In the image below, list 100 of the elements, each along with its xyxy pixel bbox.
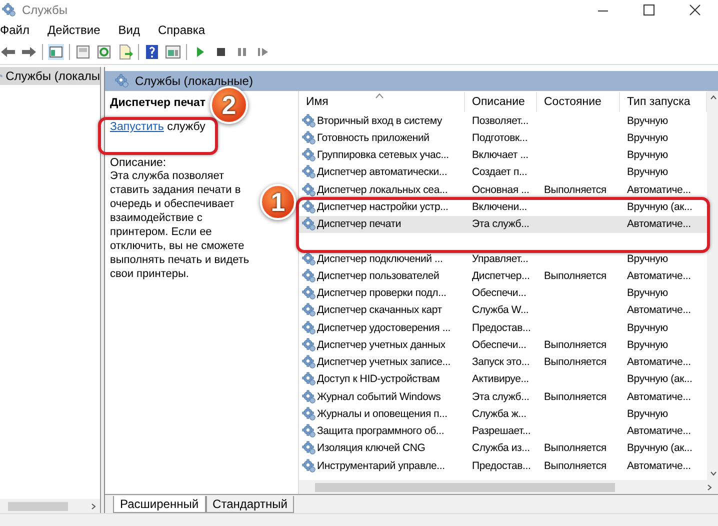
- menu-item[interactable]: Действие: [48, 23, 100, 37]
- horizontal-scrollbar[interactable]: [0, 499, 100, 513]
- scroll-right-icon[interactable]: [707, 484, 712, 490]
- table-cell-text: Управляет...: [471, 252, 530, 265]
- table-row[interactable]: Инструментарий управле... Предостав... Выполняется Автоматиче...: [299, 457, 707, 474]
- pane-icon[interactable]: [48, 44, 64, 60]
- table-cell-text: Разрешает...: [471, 425, 532, 438]
- properties-icon[interactable]: [165, 44, 181, 60]
- table-cell-text: Вручную: [626, 338, 669, 351]
- start-link[interactable]: Запустить: [110, 121, 164, 133]
- table-cell-text: Эта служб...: [471, 390, 530, 403]
- scroll-down-icon[interactable]: [710, 471, 717, 476]
- table-row[interactable]: Диспетчер удостоверения ... Предостав... Вручную: [299, 319, 707, 336]
- table-cell: Диспетчер скачанных карт: [317, 304, 442, 316]
- column-header[interactable]: Состояние: [537, 92, 620, 112]
- table-cell: Диспетчер учетных записе...: [317, 356, 450, 368]
- gear-icon: [302, 268, 316, 283]
- table-row[interactable]: Защита программного об... Разрешает... Автоматиче...: [299, 422, 707, 440]
- table-cell: Выполняется: [544, 338, 606, 351]
- refresh-icon[interactable]: [96, 44, 112, 60]
- window-title: Службы: [22, 3, 68, 17]
- back-arrow-icon[interactable]: [0, 44, 16, 60]
- gear-icon: [302, 424, 316, 438]
- gear-icon: [302, 338, 316, 352]
- window-icon[interactable]: [75, 44, 91, 60]
- gear-icon: [302, 355, 316, 370]
- table-row[interactable]: Диспетчер пользователей Диспетчер... Выполняется Автоматиче...: [299, 267, 707, 284]
- forward-arrow-icon[interactable]: [21, 44, 37, 60]
- menu-item[interactable]: Справка: [158, 23, 206, 37]
- view-tab[interactable]: Стандартный: [206, 496, 294, 513]
- table-cell: Выполняется: [544, 356, 606, 368]
- table-row[interactable]: Готовность приложений Подготовк... Вручную: [299, 129, 707, 146]
- table-cell-text: Автоматиче...: [626, 184, 692, 196]
- scroll-right-icon[interactable]: [91, 502, 96, 510]
- gear-icon: [302, 217, 316, 232]
- table-cell-text: Автоматиче...: [626, 390, 692, 403]
- table-cell: Готовность приложений: [317, 132, 430, 144]
- column-header[interactable]: Описание: [465, 92, 537, 112]
- table-cell: Инструментарий управле...: [317, 460, 445, 472]
- table-cell: Вторичный вход в систему: [317, 114, 442, 127]
- table-row[interactable]: Диспетчер скачанных карт Служба W... Автоматиче...: [299, 302, 707, 319]
- scroll-up-icon[interactable]: [710, 95, 717, 100]
- table-row[interactable]: Диспетчер печати Эта служб... Автоматиче...: [299, 216, 707, 233]
- gear-icon: [115, 74, 129, 88]
- table-row[interactable]: Журнал событий Windows Эта служб... Выполняется Автоматиче...: [299, 388, 707, 406]
- export-icon[interactable]: [117, 44, 133, 60]
- view-tab[interactable]: Расширенный: [113, 496, 206, 513]
- help-icon[interactable]: [144, 44, 160, 60]
- table-cell-text: Подготовк...: [471, 132, 529, 144]
- table-cell: Диспетчер настройки устр...: [317, 200, 448, 213]
- table-row[interactable]: Диспетчер учетных данных Обеспечи... Выполняется Вручную: [299, 336, 707, 354]
- menu-item[interactable]: Файл: [0, 23, 30, 37]
- pane-title: Службы (локальные): [135, 74, 253, 88]
- gear-icon: [302, 200, 316, 214]
- table-row[interactable]: Диспетчер настройки устр... Включени... Вручную (ак...: [299, 198, 707, 216]
- table-row[interactable]: Доступ к HID-устройствам Активируе... Вручную (ак...: [299, 370, 707, 388]
- tree-item[interactable]: Службы (локалы: [0, 67, 100, 85]
- table-cell: Журнал событий Windows: [317, 390, 441, 403]
- table-cell-text: Служба ж...: [471, 408, 528, 420]
- column-header[interactable]: Имя: [299, 92, 465, 112]
- table-cell-text: Вручную (ак...: [626, 373, 694, 386]
- table-row[interactable]: Вторичный вход в систему Позволяет... Вручную: [299, 112, 707, 130]
- table-cell-text: Вручную: [626, 287, 669, 300]
- table-cell-text: Диспетчер...: [471, 270, 531, 282]
- description-label: Описание:: [110, 157, 168, 169]
- table-cell-text: Вручную: [626, 132, 669, 144]
- table-cell-text: Вручную: [626, 166, 669, 178]
- table-cell-text: Вручную: [626, 322, 669, 334]
- table-row[interactable]: Диспетчер проверки подл... Обеспечи... Вручную: [299, 284, 707, 302]
- table-cell: Доступ к HID-устройствам: [317, 373, 440, 386]
- table-row[interactable]: Диспетчер подключений ... Управляет... Вручную: [299, 250, 707, 268]
- table-cell: Группировка сетевых учас...: [317, 149, 449, 162]
- gear-icon: [302, 372, 316, 386]
- table-cell-text: Вручную: [626, 408, 669, 420]
- table-cell-text: Включени...: [471, 200, 528, 213]
- gear-icon: [302, 114, 316, 128]
- table-row[interactable]: Диспетчер автоматически... Создает п... Вручную: [299, 164, 707, 181]
- horizontal-scrollbar[interactable]: [299, 480, 718, 494]
- table-row[interactable]: Изоляция ключей CNG Служба из... Выполняется Вручную (ак...: [299, 440, 707, 457]
- table-cell: Диспетчер проверки подл...: [317, 287, 446, 300]
- table-cell-text: Автоматиче...: [626, 304, 692, 316]
- table-cell-text: Вручную: [626, 252, 669, 265]
- table-row[interactable]: Диспетчер учетных записе... Запуск это... Выполняется Автоматиче...: [299, 354, 707, 371]
- menu-item[interactable]: Вид: [118, 23, 140, 37]
- table-cell-text: Запуск это...: [471, 356, 531, 368]
- table-cell: Изоляция ключей CNG: [317, 442, 426, 454]
- gear-icon: [302, 165, 316, 180]
- table-row[interactable]: Группировка сетевых учас... Включает ... Вручную: [299, 146, 707, 164]
- table-cell: Диспетчер локальных сеа...: [317, 184, 448, 196]
- table-cell-text: Позволяет...: [471, 114, 530, 127]
- gear-icon: [302, 406, 316, 421]
- vertical-scrollbar[interactable]: [707, 91, 718, 480]
- table-cell-text: Вручную (ак...: [626, 200, 694, 213]
- table-row[interactable]: Журналы и оповещения п... Служба ж... Вручную: [299, 405, 707, 422]
- table-cell: Журналы и оповещения п...: [317, 408, 448, 420]
- table-cell-text: Обеспечи...: [471, 338, 528, 351]
- table-row[interactable]: Диспетчер локальных сеа... Основная ... Выполняется Автоматиче...: [299, 181, 707, 198]
- table-cell: Защита программного об...: [317, 425, 444, 438]
- table-cell-text: Активируе...: [471, 373, 530, 386]
- gear-icon: [302, 441, 316, 456]
